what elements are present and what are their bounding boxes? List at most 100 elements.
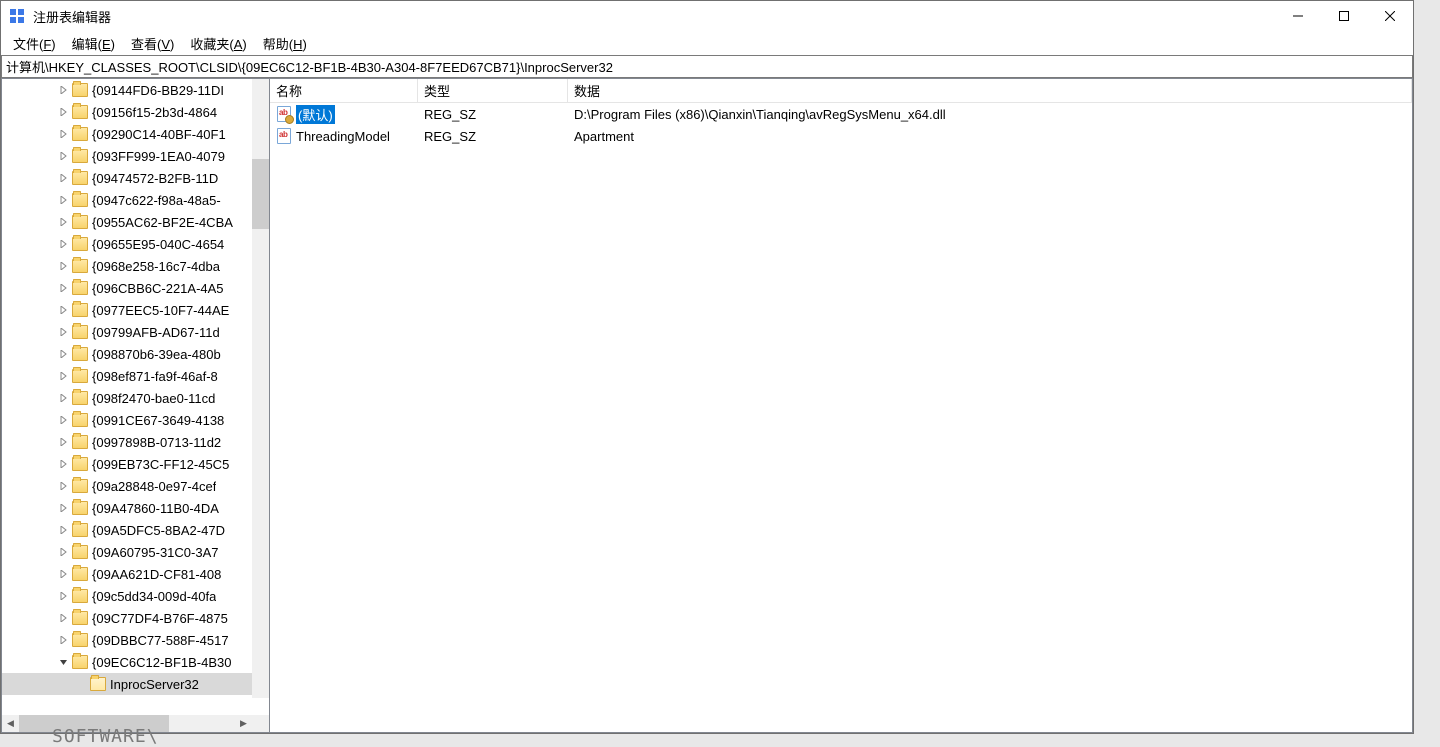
maximize-button[interactable] <box>1321 1 1367 31</box>
tree-item[interactable]: {098870b6-39ea-480b <box>2 343 269 365</box>
chevron-right-icon[interactable] <box>56 390 72 406</box>
tree-item[interactable]: {0947c622-f98a-48a5- <box>2 189 269 211</box>
tree-item[interactable]: {0955AC62-BF2E-4CBA <box>2 211 269 233</box>
chevron-right-icon[interactable] <box>56 522 72 538</box>
chevron-right-icon[interactable] <box>56 170 72 186</box>
tree-vertical-scrollbar[interactable] <box>252 79 269 698</box>
close-button[interactable] <box>1367 1 1413 31</box>
menu-favorites[interactable]: 收藏夹(A) <box>182 32 254 55</box>
tree-item[interactable]: {09799AFB-AD67-11d <box>2 321 269 343</box>
chevron-down-icon[interactable] <box>56 654 72 670</box>
value-data-cell: Apartment <box>568 125 1412 147</box>
folder-icon <box>72 523 88 537</box>
tree-item[interactable]: {0968e258-16c7-4dba <box>2 255 269 277</box>
tree-item-label: {09C77DF4-B76F-4875 <box>92 611 228 626</box>
chevron-right-icon[interactable] <box>56 500 72 516</box>
tree-item-label: {098ef871-fa9f-46af-8 <box>92 369 218 384</box>
chevron-right-icon[interactable] <box>56 258 72 274</box>
list-body[interactable]: ab(默认)REG_SZD:\Program Files (x86)\Qianx… <box>270 103 1412 732</box>
chevron-right-icon[interactable] <box>56 192 72 208</box>
chevron-right-icon[interactable] <box>56 478 72 494</box>
chevron-right-icon[interactable] <box>56 566 72 582</box>
folder-icon <box>72 149 88 163</box>
tree-item[interactable]: {09144FD6-BB29-11DI <box>2 79 269 101</box>
no-expand-icon <box>74 676 90 692</box>
address-bar[interactable]: 计算机\HKEY_CLASSES_ROOT\CLSID\{09EC6C12-BF… <box>1 55 1413 78</box>
tree-item-label: {0997898B-0713-11d2 <box>92 435 221 450</box>
chevron-right-icon[interactable] <box>56 148 72 164</box>
tree-item[interactable]: {099EB73C-FF12-45C5 <box>2 453 269 475</box>
tree-item[interactable]: {098ef871-fa9f-46af-8 <box>2 365 269 387</box>
chevron-right-icon[interactable] <box>56 214 72 230</box>
tree-item-label: {0955AC62-BF2E-4CBA <box>92 215 233 230</box>
value-type-cell: REG_SZ <box>418 103 568 125</box>
scrollbar-thumb[interactable] <box>252 159 269 229</box>
tree-item[interactable]: InprocServer32 <box>2 673 269 695</box>
tree-item-label: {09A5DFC5-8BA2-47D <box>92 523 225 538</box>
tree-item[interactable]: {096CBB6C-221A-4A5 <box>2 277 269 299</box>
value-row[interactable]: abThreadingModelREG_SZApartment <box>270 125 1412 147</box>
value-name-text: (默认) <box>296 105 335 124</box>
folder-icon <box>72 611 88 625</box>
column-header-type[interactable]: 类型 <box>418 79 568 102</box>
chevron-right-icon[interactable] <box>56 126 72 142</box>
chevron-right-icon[interactable] <box>56 588 72 604</box>
tree-item[interactable]: {09655E95-040C-4654 <box>2 233 269 255</box>
chevron-right-icon[interactable] <box>56 368 72 384</box>
tree-item[interactable]: {09DBBC77-588F-4517 <box>2 629 269 651</box>
folder-icon <box>72 457 88 471</box>
chevron-right-icon[interactable] <box>56 82 72 98</box>
folder-icon <box>72 259 88 273</box>
value-row[interactable]: ab(默认)REG_SZD:\Program Files (x86)\Qianx… <box>270 103 1412 125</box>
value-data-cell: D:\Program Files (x86)\Qianxin\Tianqing\… <box>568 103 1412 125</box>
tree-item[interactable]: {09A47860-11B0-4DA <box>2 497 269 519</box>
chevron-right-icon[interactable] <box>56 104 72 120</box>
tree-item[interactable]: {09AA621D-CF81-408 <box>2 563 269 585</box>
chevron-right-icon[interactable] <box>56 610 72 626</box>
folder-icon <box>72 545 88 559</box>
tree-item[interactable]: {0991CE67-3649-4138 <box>2 409 269 431</box>
chevron-right-icon[interactable] <box>56 324 72 340</box>
minimize-button[interactable] <box>1275 1 1321 31</box>
tree-item[interactable]: {098f2470-bae0-11cd <box>2 387 269 409</box>
tree-item[interactable]: {0997898B-0713-11d2 <box>2 431 269 453</box>
tree-item-label: {0968e258-16c7-4dba <box>92 259 220 274</box>
chevron-right-icon[interactable] <box>56 346 72 362</box>
tree-item[interactable]: {093FF999-1EA0-4079 <box>2 145 269 167</box>
scroll-right-icon[interactable]: ▶ <box>235 715 252 732</box>
chevron-right-icon[interactable] <box>56 236 72 252</box>
tree-item[interactable]: {09474572-B2FB-11D <box>2 167 269 189</box>
folder-icon <box>72 237 88 251</box>
chevron-right-icon[interactable] <box>56 412 72 428</box>
scroll-corner <box>252 715 269 732</box>
chevron-right-icon[interactable] <box>56 632 72 648</box>
column-header-data[interactable]: 数据 <box>568 79 1412 102</box>
chevron-right-icon[interactable] <box>56 544 72 560</box>
value-list-panel: 名称 类型 数据 ab(默认)REG_SZD:\Program Files (x… <box>270 78 1413 733</box>
tree-item[interactable]: {09290C14-40BF-40F1 <box>2 123 269 145</box>
tree-item[interactable]: {0977EEC5-10F7-44AE <box>2 299 269 321</box>
menu-file[interactable]: 文件(F) <box>5 32 64 55</box>
chevron-right-icon[interactable] <box>56 456 72 472</box>
menu-help[interactable]: 帮助(H) <box>255 32 315 55</box>
tree-item[interactable]: {09C77DF4-B76F-4875 <box>2 607 269 629</box>
chevron-right-icon[interactable] <box>56 434 72 450</box>
column-header-name[interactable]: 名称 <box>270 79 418 102</box>
folder-icon <box>72 369 88 383</box>
tree-item[interactable]: {09A60795-31C0-3A7 <box>2 541 269 563</box>
tree-item[interactable]: {09A5DFC5-8BA2-47D <box>2 519 269 541</box>
chevron-right-icon[interactable] <box>56 280 72 296</box>
tree-item[interactable]: {09c5dd34-009d-40fa <box>2 585 269 607</box>
menu-edit[interactable]: 编辑(E) <box>64 32 123 55</box>
tree-item[interactable]: {09156f15-2b3d-4864 <box>2 101 269 123</box>
tree-body[interactable]: {09144FD6-BB29-11DI{09156f15-2b3d-4864{0… <box>2 79 269 715</box>
folder-icon <box>90 677 106 691</box>
tree-item-label: {098f2470-bae0-11cd <box>92 391 215 406</box>
tree-item[interactable]: {09a28848-0e97-4cef <box>2 475 269 497</box>
chevron-right-icon[interactable] <box>56 302 72 318</box>
titlebar: 注册表编辑器 <box>1 1 1413 31</box>
menu-view[interactable]: 查看(V) <box>123 32 182 55</box>
tree-item-label: {0947c622-f98a-48a5- <box>92 193 221 208</box>
scroll-left-icon[interactable]: ◀ <box>2 715 19 732</box>
tree-item[interactable]: {09EC6C12-BF1B-4B30 <box>2 651 269 673</box>
